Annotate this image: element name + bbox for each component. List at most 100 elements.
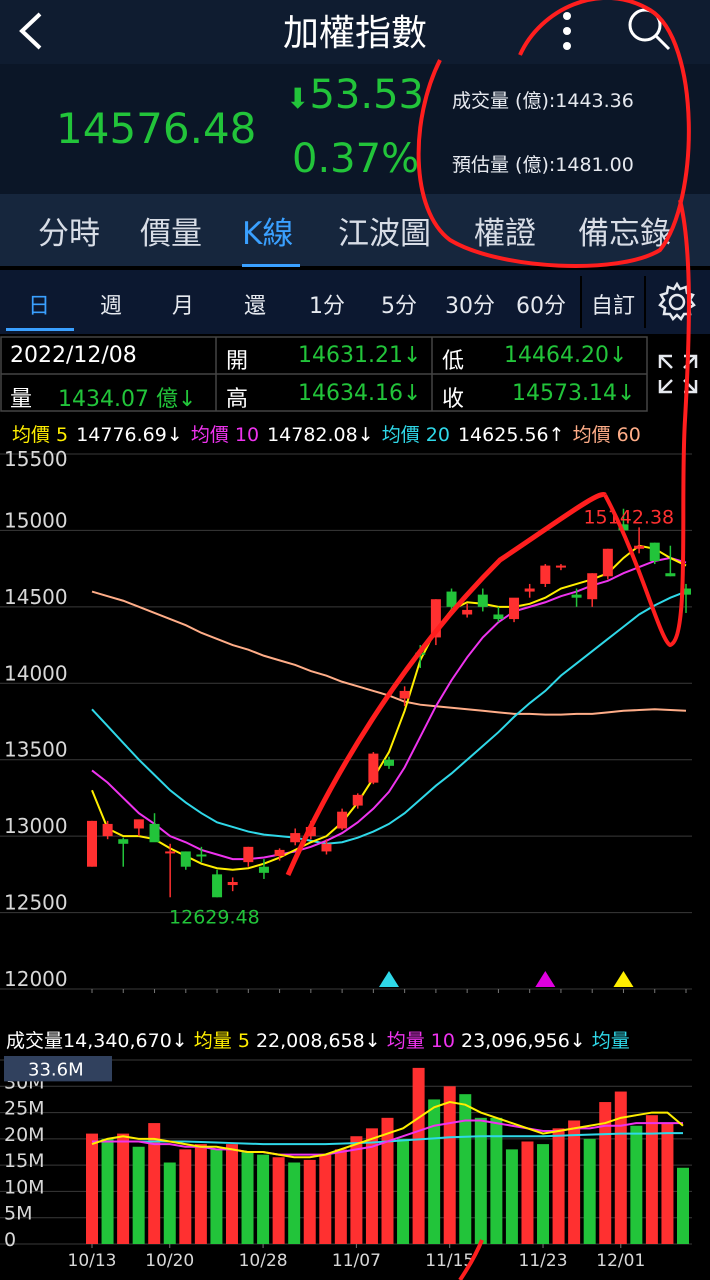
tab-bar: 分時 價量 K線 江波圖 權證 備忘錄	[0, 194, 710, 267]
candle-body	[430, 599, 441, 638]
candle-body	[305, 826, 316, 837]
ma10-label: 均價 10	[190, 424, 260, 446]
tab-price-volume[interactable]: 價量	[140, 208, 202, 253]
price-tick-label: 12500	[4, 891, 68, 915]
tab-memo[interactable]: 備忘錄	[578, 208, 671, 253]
candle-body	[493, 614, 504, 620]
search-button[interactable]	[624, 4, 674, 54]
period-30min[interactable]: 30分	[440, 288, 500, 320]
period-60min[interactable]: 60分	[510, 288, 572, 320]
volume-bar	[86, 1133, 98, 1244]
ohlc-vol-value: 1434.07 億↓	[58, 387, 197, 412]
gear-icon	[658, 281, 696, 322]
volume-stat: 成交量 (億):1443.36	[452, 90, 634, 112]
candle-body	[180, 851, 191, 867]
candle-body	[321, 843, 332, 852]
vol20-label: 均量	[591, 1030, 630, 1052]
price-tick-label: 13000	[4, 814, 68, 838]
ohlc-low-label: 低	[442, 349, 465, 374]
volume-bar	[350, 1136, 363, 1244]
fullscreen-button[interactable]	[654, 350, 702, 398]
vol-label: 成交量	[6, 1030, 64, 1052]
ohlc-date: 2022/12/08	[10, 343, 137, 368]
volume-bar	[630, 1125, 643, 1244]
vol-tick-label: 5M	[4, 1203, 32, 1225]
volume-bar	[677, 1167, 689, 1244]
settings-button[interactable]	[652, 278, 702, 326]
candle-body	[102, 823, 113, 837]
period-restore[interactable]: 還	[226, 288, 284, 320]
volume-bar	[288, 1162, 301, 1244]
ohlc-open-value: 14631.21↓	[298, 343, 422, 368]
candle-body	[649, 542, 660, 561]
vol-value: 14,340,670↓	[63, 1030, 188, 1052]
candle-body	[415, 652, 426, 655]
x-axis-label: 10/13	[68, 1251, 117, 1271]
candle-body	[274, 849, 285, 857]
candle-body	[196, 854, 207, 857]
price-tick-label: 14500	[4, 585, 68, 609]
volume-bar	[210, 1149, 223, 1244]
vol-tick-label: 0	[4, 1229, 16, 1251]
ohlc-low-value: 14464.20↓	[504, 343, 628, 368]
vol-tick-label: 20M	[4, 1124, 45, 1146]
cursor-value-label: 33.6M	[28, 1059, 84, 1080]
period-day[interactable]: 日	[10, 288, 68, 320]
ohlc-close-value: 14573.14↓	[512, 381, 636, 406]
candle-body	[524, 588, 535, 592]
page-title: 加權指數	[282, 13, 427, 54]
x-axis-label: 10/28	[239, 1251, 288, 1271]
tab-wave-chart[interactable]: 江波圖	[338, 208, 431, 253]
volume-bar	[552, 1128, 565, 1244]
vol-tick-label: 10M	[4, 1176, 45, 1198]
volume-bar	[303, 1159, 316, 1244]
volume-bar	[521, 1141, 534, 1244]
kline-chart[interactable]: 15500 15000 14500 14000 13500 13000 12500 12000…	[0, 450, 710, 1025]
volume-bar	[272, 1157, 285, 1244]
ma60-label: 均價 60	[572, 424, 641, 446]
price-tick-label: 15000	[4, 508, 68, 532]
volume-bar	[179, 1149, 192, 1244]
candle-body	[352, 794, 363, 806]
volume-bar	[412, 1067, 425, 1244]
volume-bar	[257, 1154, 270, 1244]
tab-timeshare[interactable]: 分時	[38, 208, 100, 253]
period-week[interactable]: 週	[82, 288, 140, 320]
period-custom[interactable]: 自訂	[584, 288, 642, 320]
vol10-label: 均量 10	[386, 1030, 455, 1052]
volume-bar	[443, 1086, 456, 1244]
period-divider	[580, 276, 582, 328]
candle-body	[602, 548, 613, 577]
period-5min[interactable]: 5分	[370, 288, 428, 320]
period-1min[interactable]: 1分	[298, 288, 356, 320]
index-change-pct: 0.37%	[292, 136, 420, 182]
volume-bar	[381, 1117, 394, 1244]
expand-icon	[658, 354, 698, 394]
x-axis-label: 11/15	[425, 1251, 474, 1271]
more-button[interactable]	[552, 6, 582, 56]
ma60-line	[91, 590, 687, 716]
ma20-line	[91, 590, 687, 845]
price-tick-label: 15500	[4, 450, 68, 471]
volume-bar	[614, 1091, 627, 1244]
volume-bar	[319, 1154, 332, 1244]
candle-body	[665, 573, 676, 577]
volume-bar	[163, 1162, 176, 1244]
tab-kline[interactable]: K線	[242, 208, 293, 253]
period-bar: 日 週 月 還 1分 5分 30分 60分 自訂	[0, 270, 710, 334]
volume-chart[interactable]: 35M30M25M20M15M10M5M033.6M10/1310/2010/2…	[0, 1056, 710, 1280]
period-divider-2	[644, 276, 646, 328]
volume-bar	[132, 1146, 145, 1244]
ohlc-close-label: 收	[442, 387, 465, 412]
volume-bar	[101, 1138, 114, 1244]
tab-warrants[interactable]: 權證	[474, 208, 536, 253]
low-annotation: 12629.48	[169, 906, 260, 928]
candle-body	[258, 866, 269, 873]
candle-body	[462, 609, 473, 615]
vol10-value: 23,096,956↓	[461, 1030, 586, 1052]
ohlc-high-label: 高	[226, 387, 249, 412]
volume-bar	[225, 1144, 238, 1244]
period-month[interactable]: 月	[154, 288, 212, 320]
vol5-value: 22,008,658↓	[255, 1030, 381, 1052]
volume-bar	[241, 1152, 254, 1244]
